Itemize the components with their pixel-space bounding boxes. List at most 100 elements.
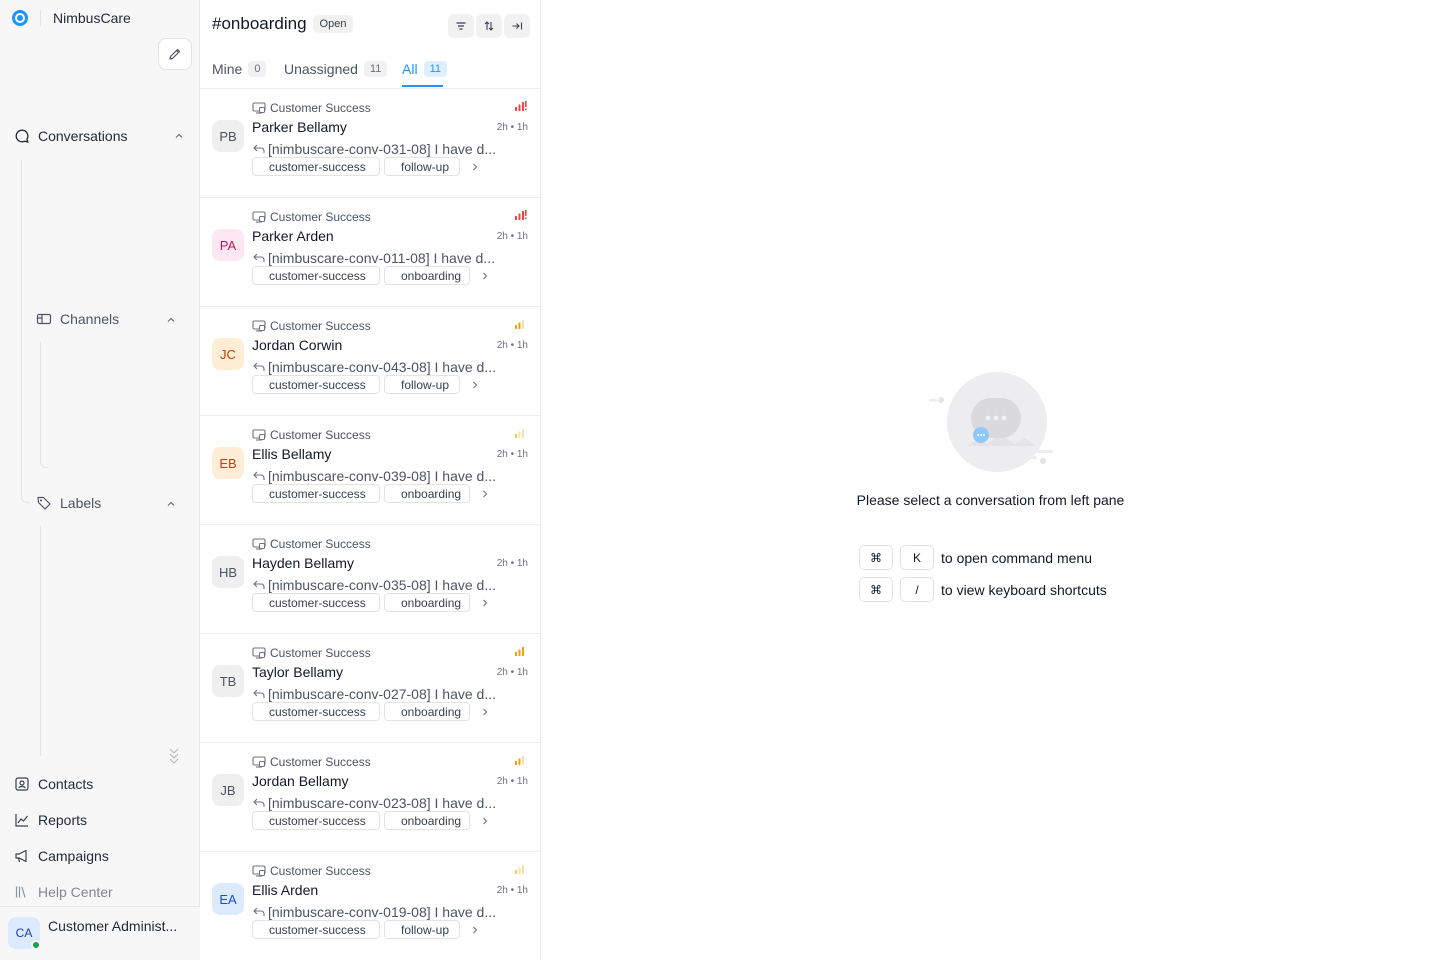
chevron-right-icon[interactable] [470, 925, 480, 935]
nav-reports[interactable]: Reports [14, 812, 87, 828]
inbox-icon [252, 320, 266, 332]
status-filter-badge[interactable]: Open [312, 15, 354, 33]
chevron-right-icon[interactable] [480, 816, 490, 826]
avatar: HB [212, 556, 244, 588]
inbox-name: Customer Success [252, 210, 371, 224]
profile-menu[interactable]: CA Customer Administ... [0, 906, 200, 960]
inbox-icon [252, 102, 266, 114]
label-chip[interactable]: customer-success [252, 157, 380, 176]
tab-unassigned-count: 11 [363, 61, 388, 77]
tree-curve [21, 495, 29, 503]
label-chip[interactable]: onboarding [384, 593, 470, 612]
nav-channels[interactable]: Channels [36, 311, 119, 327]
conversation-card[interactable]: JB Customer Success Jordan Bellamy 2h • 1h [… [200, 743, 540, 852]
timestamp: 2h • 1h [496, 885, 528, 896]
inbox-icon [252, 756, 266, 768]
tab-all-label: All [402, 61, 418, 77]
conversation-card[interactable]: TB Customer Success Taylor Bellamy 2h • 1h [… [200, 634, 540, 743]
label-chip[interactable]: onboarding [384, 811, 470, 830]
conversation-card[interactable]: PB Customer Success Parker Bellamy 2h • 1h [… [200, 89, 540, 198]
label-chip[interactable]: follow-up [384, 375, 460, 394]
collapse-conversations-icon[interactable] [174, 131, 184, 144]
message-preview: [nimbuscare-conv-023-08] I have d... [252, 795, 522, 811]
scroll-more-icon[interactable] [168, 746, 180, 764]
chevron-right-icon[interactable] [480, 707, 490, 717]
inbox-label: Customer Success [270, 319, 371, 333]
online-status-badge [31, 940, 41, 950]
message-preview: [nimbuscare-conv-011-08] I have d... [252, 250, 522, 266]
tab-mine[interactable]: Mine 0 [212, 56, 267, 82]
label-list: customer-success onboarding [252, 266, 490, 285]
chevron-right-icon[interactable] [470, 380, 480, 390]
inbox-icon [252, 429, 266, 441]
message-preview-text: [nimbuscare-conv-011-08] I have d... [268, 250, 495, 266]
label-list: customer-success follow-up [252, 157, 480, 176]
tab-unassigned[interactable]: Unassigned 11 [284, 56, 388, 82]
megaphone-icon [14, 848, 30, 864]
nav-contacts[interactable]: Contacts [14, 776, 93, 792]
label-chip[interactable]: customer-success [252, 484, 380, 503]
reply-icon [253, 471, 265, 480]
tab-all[interactable]: All 11 [402, 56, 447, 82]
label-chip[interactable]: customer-success [252, 811, 380, 830]
label-list: customer-success follow-up [252, 920, 480, 939]
nav-help-center[interactable]: Help Center [14, 884, 113, 900]
timestamp: 2h • 1h [496, 449, 528, 460]
timestamp: 2h • 1h [496, 776, 528, 787]
label-chip[interactable]: onboarding [384, 266, 470, 285]
tree-curve [40, 460, 48, 468]
nav-contacts-label: Contacts [38, 776, 94, 792]
arrow-to-right-icon [512, 22, 523, 30]
conversation-card[interactable]: EA Customer Success Ellis Arden 2h • 1h [nim… [200, 852, 540, 960]
brand[interactable]: NimbusCare [12, 9, 131, 27]
inbox-icon [252, 538, 266, 550]
channels-icon [36, 311, 52, 327]
shortcut-keyboard-shortcuts: ⌘ / to view keyboard shortcuts [859, 577, 1107, 602]
chevron-right-icon[interactable] [480, 271, 490, 281]
nav-reports-label: Reports [38, 812, 88, 828]
label-chip[interactable]: follow-up [384, 157, 460, 176]
key-cmd: ⌘ [859, 577, 893, 602]
label-chip[interactable]: follow-up [384, 920, 460, 939]
conversation-card[interactable]: JC Customer Success Jordan Corwin 2h • 1h [n… [200, 307, 540, 416]
nav-conversations[interactable]: Conversations [14, 128, 128, 144]
brand-name: NimbusCare [53, 10, 131, 26]
collapse-channels-icon[interactable] [166, 315, 176, 328]
edit-icon [169, 48, 181, 60]
priority-icon [515, 210, 527, 220]
contact-name: Jordan Corwin [252, 337, 343, 353]
conversation-card[interactable]: EB Customer Success Ellis Bellamy 2h • 1h [n… [200, 416, 540, 525]
nav-labels[interactable]: Labels [36, 495, 101, 511]
chevron-right-icon[interactable] [480, 489, 490, 499]
inbox-label: Customer Success [270, 755, 371, 769]
label-chip[interactable]: customer-success [252, 593, 380, 612]
compose-button[interactable] [158, 38, 192, 70]
label-chip[interactable]: customer-success [252, 375, 380, 394]
collapse-panel-button[interactable] [504, 14, 530, 38]
label-chip[interactable]: onboarding [384, 702, 470, 721]
inbox-name: Customer Success [252, 646, 371, 660]
empty-chat-illustration [929, 372, 1053, 472]
sort-button[interactable] [476, 14, 502, 38]
chevron-right-icon[interactable] [480, 598, 490, 608]
conversation-list-header: #onboarding Open [212, 14, 354, 34]
reply-icon [253, 144, 265, 153]
chevron-right-icon[interactable] [470, 162, 480, 172]
label-chip[interactable]: customer-success [252, 920, 380, 939]
message-preview-text: [nimbuscare-conv-031-08] I have d... [268, 141, 497, 157]
label-list: customer-success onboarding [252, 484, 490, 503]
nav-labels-label: Labels [60, 495, 102, 511]
tab-unassigned-label: Unassigned [284, 61, 358, 77]
inbox-label: Customer Success [270, 646, 371, 660]
label-chip[interactable]: customer-success [252, 266, 380, 285]
nav-campaigns[interactable]: Campaigns [14, 848, 109, 864]
conversation-card[interactable]: HB Customer Success Hayden Bellamy 2h • 1h [… [200, 525, 540, 634]
priority-icon [515, 865, 524, 874]
collapse-labels-icon[interactable] [166, 499, 176, 512]
filter-button[interactable] [448, 14, 474, 38]
label-chip[interactable]: customer-success [252, 702, 380, 721]
priority-icon [515, 647, 524, 656]
priority-icon [515, 537, 527, 547]
label-chip[interactable]: onboarding [384, 484, 470, 503]
conversation-card[interactable]: PA Customer Success Parker Arden 2h • 1h [ni… [200, 198, 540, 307]
